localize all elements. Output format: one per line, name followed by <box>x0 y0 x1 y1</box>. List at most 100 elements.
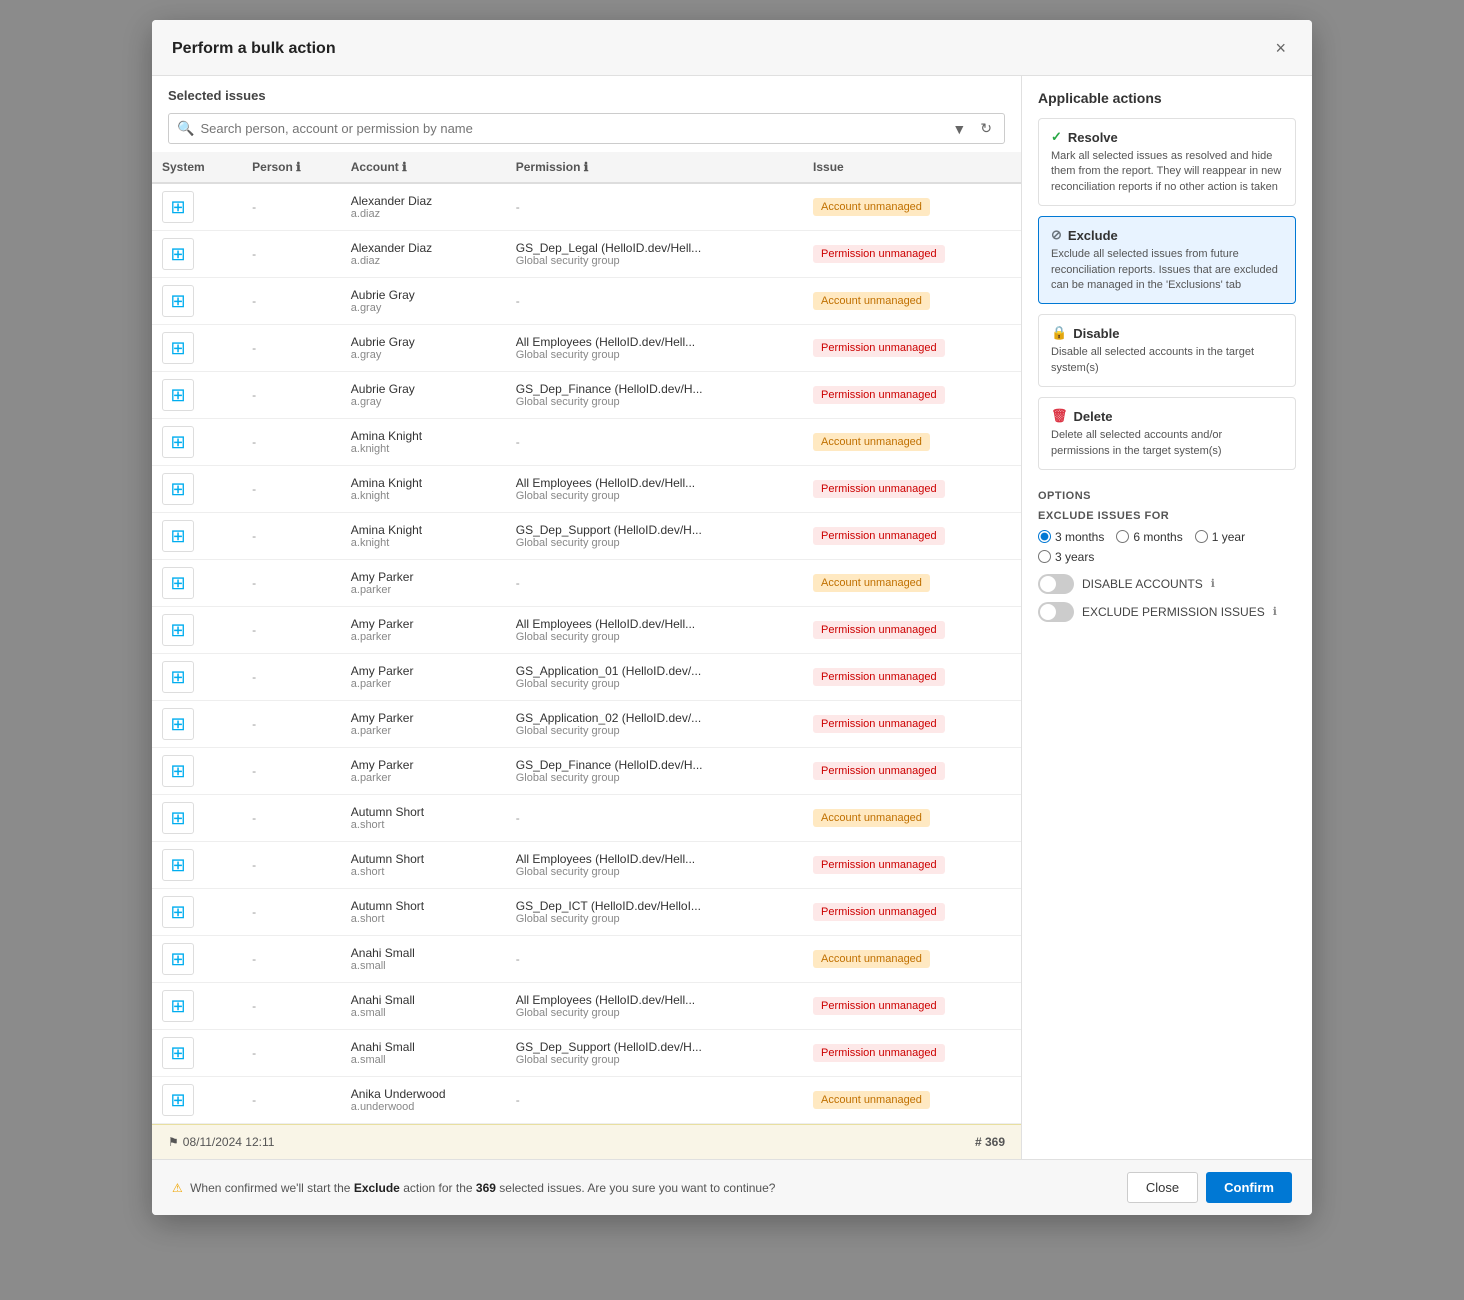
issue-cell: Permission unmanaged <box>803 231 1021 278</box>
person-username: a.gray <box>351 349 496 361</box>
modal-close-button[interactable]: × <box>1269 36 1292 61</box>
person-username: a.short <box>351 866 496 878</box>
table-row: ⊞ - Anika Underwood a.underwood - Accoun… <box>152 1077 1021 1124</box>
person-name: Amy Parker <box>351 664 496 678</box>
issue-cell: Permission unmanaged <box>803 889 1021 936</box>
person-name: Autumn Short <box>351 852 496 866</box>
exclude-permission-label: EXCLUDE PERMISSION ISSUES <box>1082 605 1265 619</box>
permission-cell: GS_Dep_Support (HelloID.dev/H... Global … <box>506 1030 803 1077</box>
account-name: GS_Dep_ICT (HelloID.dev/HelloI... <box>516 899 793 913</box>
issue-badge: Permission unmanaged <box>813 856 945 874</box>
person-cell: - <box>242 654 341 701</box>
permission-cell: All Employees (HelloID.dev/Hell... Globa… <box>506 466 803 513</box>
issue-badge: Account unmanaged <box>813 198 930 216</box>
person-name: Alexander Diaz <box>351 241 496 255</box>
person-cell: - <box>242 983 341 1030</box>
windows-icon: ⊞ <box>170 902 185 923</box>
action-delete-title: 🗑 Delete <box>1051 408 1283 424</box>
radio-3years[interactable]: 3 years <box>1038 550 1094 564</box>
windows-icon: ⊞ <box>170 996 185 1017</box>
system-cell: ⊞ <box>152 654 242 701</box>
exclude-permission-toggle[interactable] <box>1038 602 1074 622</box>
footer-warning-end: selected issues. Are you sure you want t… <box>499 1181 775 1195</box>
person-username: a.knight <box>351 537 496 549</box>
action-exclude-title: ⊘ Exclude <box>1051 227 1283 243</box>
radio-1year[interactable]: 1 year <box>1195 530 1245 544</box>
col-person: Person ℹ <box>242 152 341 183</box>
table-row: ⊞ - Amina Knight a.knight GS_Dep_Support… <box>152 513 1021 560</box>
windows-icon: ⊞ <box>170 197 185 218</box>
windows-icon: ⊞ <box>170 479 185 500</box>
system-cell: ⊞ <box>152 466 242 513</box>
issue-badge: Permission unmanaged <box>813 386 945 404</box>
refresh-button[interactable]: ↻ <box>976 118 996 139</box>
system-cell: ⊞ <box>152 795 242 842</box>
account-name: All Employees (HelloID.dev/Hell... <box>516 617 793 631</box>
disable-accounts-toggle[interactable] <box>1038 574 1074 594</box>
person-username: a.gray <box>351 302 496 314</box>
action-disable-desc: Disable all selected accounts in the tar… <box>1051 345 1283 376</box>
person-username: a.short <box>351 819 496 831</box>
person-name: Autumn Short <box>351 805 496 819</box>
search-input[interactable] <box>200 121 942 136</box>
person-name: Anahi Small <box>351 946 496 960</box>
radio-3months[interactable]: 3 months <box>1038 530 1104 544</box>
issues-table-container[interactable]: System Person ℹ Account ℹ Permission ℹ I… <box>152 152 1021 1124</box>
issue-badge: Permission unmanaged <box>813 480 945 498</box>
system-cell: ⊞ <box>152 1077 242 1124</box>
issue-cell: Account unmanaged <box>803 936 1021 983</box>
action-delete[interactable]: 🗑 Delete Delete all selected accounts an… <box>1038 397 1296 470</box>
table-row: ⊞ - Amy Parker a.parker GS_Application_0… <box>152 654 1021 701</box>
windows-icon: ⊞ <box>170 855 185 876</box>
filter-button[interactable]: ▼ <box>948 119 970 139</box>
person-username: a.parker <box>351 678 496 690</box>
system-icon: ⊞ <box>162 379 194 411</box>
system-icon: ⊞ <box>162 332 194 364</box>
account-sub: Global security group <box>516 631 793 643</box>
system-cell: ⊞ <box>152 1030 242 1077</box>
modal-header: Perform a bulk action × <box>152 20 1312 76</box>
modal-body: Selected issues 🔍 ▼ ↻ System Person ℹ <box>152 76 1312 1159</box>
permission-cell: GS_Dep_Finance (HelloID.dev/H... Global … <box>506 748 803 795</box>
disable-accounts-info-icon: ℹ <box>1211 577 1215 590</box>
radio-6months-label: 6 months <box>1133 530 1182 544</box>
action-resolve[interactable]: ✓ Resolve Mark all selected issues as re… <box>1038 118 1296 206</box>
permission-cell: GS_Dep_Support (HelloID.dev/H... Global … <box>506 513 803 560</box>
disable-icon: 🔒 <box>1051 325 1067 341</box>
person-username: a.short <box>351 913 496 925</box>
col-system: System <box>152 152 242 183</box>
permission-cell: - <box>506 936 803 983</box>
radio-6months[interactable]: 6 months <box>1116 530 1182 544</box>
account-sub: Global security group <box>516 1054 793 1066</box>
person-name: Alexander Diaz <box>351 194 496 208</box>
table-row: ⊞ - Amy Parker a.parker GS_Dep_Finance (… <box>152 748 1021 795</box>
action-exclude[interactable]: ⊘ Exclude Exclude all selected issues fr… <box>1038 216 1296 304</box>
left-panel: Selected issues 🔍 ▼ ↻ System Person ℹ <box>152 76 1022 1159</box>
person-name: Amina Knight <box>351 523 496 537</box>
system-cell: ⊞ <box>152 842 242 889</box>
action-disable[interactable]: 🔒 Disable Disable all selected accounts … <box>1038 314 1296 387</box>
system-cell: ⊞ <box>152 607 242 654</box>
person-cell: - <box>242 701 341 748</box>
person-username: a.small <box>351 1007 496 1019</box>
close-button[interactable]: Close <box>1127 1172 1198 1203</box>
account-dash: - <box>516 811 520 825</box>
system-icon: ⊞ <box>162 426 194 458</box>
person-name: Amy Parker <box>351 758 496 772</box>
action-delete-desc: Delete all selected accounts and/or perm… <box>1051 428 1283 459</box>
table-row: ⊞ - Amy Parker a.parker - Account unmana… <box>152 560 1021 607</box>
windows-icon: ⊞ <box>170 808 185 829</box>
duration-radio-group: 3 months 6 months 1 year 3 years <box>1038 530 1296 564</box>
exclude-permission-toggle-row: EXCLUDE PERMISSION ISSUES ℹ <box>1038 602 1296 622</box>
account-person-cell: Alexander Diaz a.diaz <box>341 231 506 278</box>
person-username: a.diaz <box>351 208 496 220</box>
person-cell: - <box>242 607 341 654</box>
permission-cell: - <box>506 419 803 466</box>
account-person-cell: Amina Knight a.knight <box>341 513 506 560</box>
confirm-button[interactable]: Confirm <box>1206 1172 1292 1203</box>
table-row: ⊞ - Autumn Short a.short GS_Dep_ICT (Hel… <box>152 889 1021 936</box>
person-cell: - <box>242 795 341 842</box>
issue-badge: Account unmanaged <box>813 809 930 827</box>
system-icon: ⊞ <box>162 943 194 975</box>
radio-3months-label: 3 months <box>1055 530 1104 544</box>
